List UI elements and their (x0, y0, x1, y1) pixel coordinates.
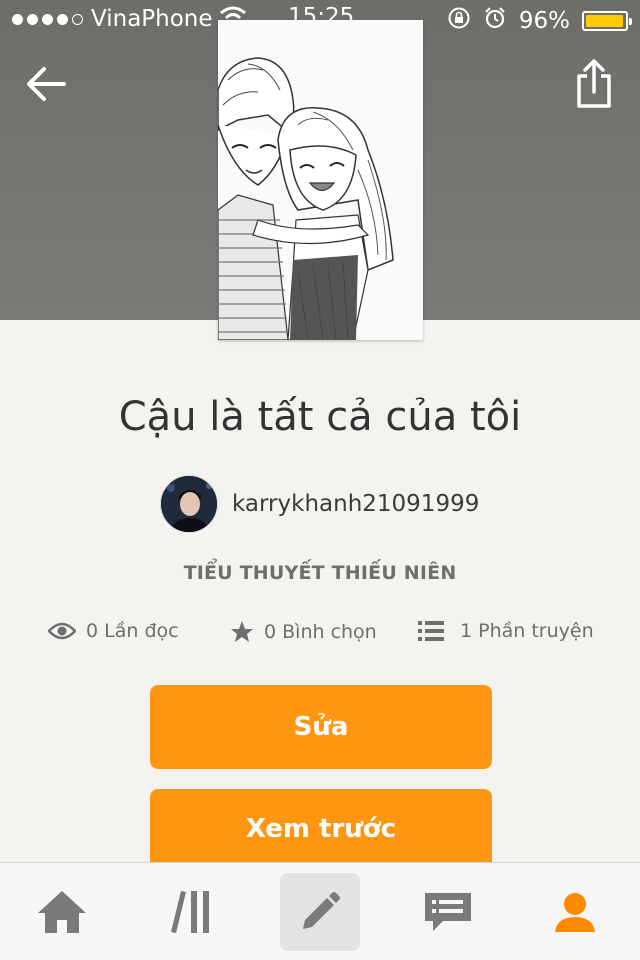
signal-strength-icon (12, 13, 83, 25)
library-icon (171, 891, 209, 933)
tab-library[interactable] (152, 873, 232, 951)
carrier-name: VinaPhone (91, 6, 213, 32)
story-stats: 0 Lần đọc 0 Bình chọn 1 Phần truyện (0, 620, 640, 656)
avatar-photo (161, 476, 217, 532)
story-category[interactable]: TIỂU THUYẾT THIẾU NIÊN (0, 562, 640, 584)
tab-write[interactable] (280, 873, 360, 951)
tab-profile[interactable] (535, 873, 615, 951)
story-cover-image[interactable] (218, 20, 423, 340)
alarm-icon (483, 6, 507, 36)
share-button[interactable] (574, 58, 614, 110)
author-avatar[interactable] (160, 475, 218, 533)
star-icon (231, 621, 253, 642)
status-right-group: 96% (447, 6, 632, 36)
author-name[interactable]: karrykhanh21091999 (232, 491, 479, 517)
votes-stat: 0 Bình chọn (230, 620, 377, 644)
reads-stat: 0 Lần đọc (48, 620, 179, 642)
list-icon (418, 621, 444, 641)
parts-stat[interactable]: 1 Phần truyện (418, 620, 594, 642)
author-row[interactable]: karrykhanh21091999 (160, 474, 479, 534)
pencil-icon (303, 892, 340, 929)
edit-button[interactable]: Sửa (150, 685, 492, 769)
parts-count: 1 Phần truyện (460, 620, 594, 642)
preview-button[interactable]: Xem trước (150, 789, 492, 869)
home-icon (38, 891, 86, 933)
battery-fill (586, 15, 624, 27)
back-button[interactable] (22, 60, 70, 108)
rotation-lock-icon (447, 6, 471, 36)
battery-icon (582, 11, 632, 31)
eye-icon (48, 622, 76, 640)
tab-messages[interactable] (408, 873, 488, 951)
cover-illustration (218, 20, 423, 340)
battery-percent: 96% (518, 8, 570, 34)
carrier-group: VinaPhone (12, 6, 213, 32)
tab-home[interactable] (22, 873, 102, 951)
arrow-left-icon (27, 67, 66, 101)
chat-icon (425, 893, 471, 931)
story-title: Cậu là tất cả của tôi (118, 394, 522, 440)
share-icon (577, 59, 611, 108)
bottom-tab-bar (0, 862, 640, 960)
reads-count: 0 Lần đọc (86, 620, 179, 642)
votes-count: 0 Bình chọn (264, 621, 377, 643)
user-icon (555, 893, 595, 932)
